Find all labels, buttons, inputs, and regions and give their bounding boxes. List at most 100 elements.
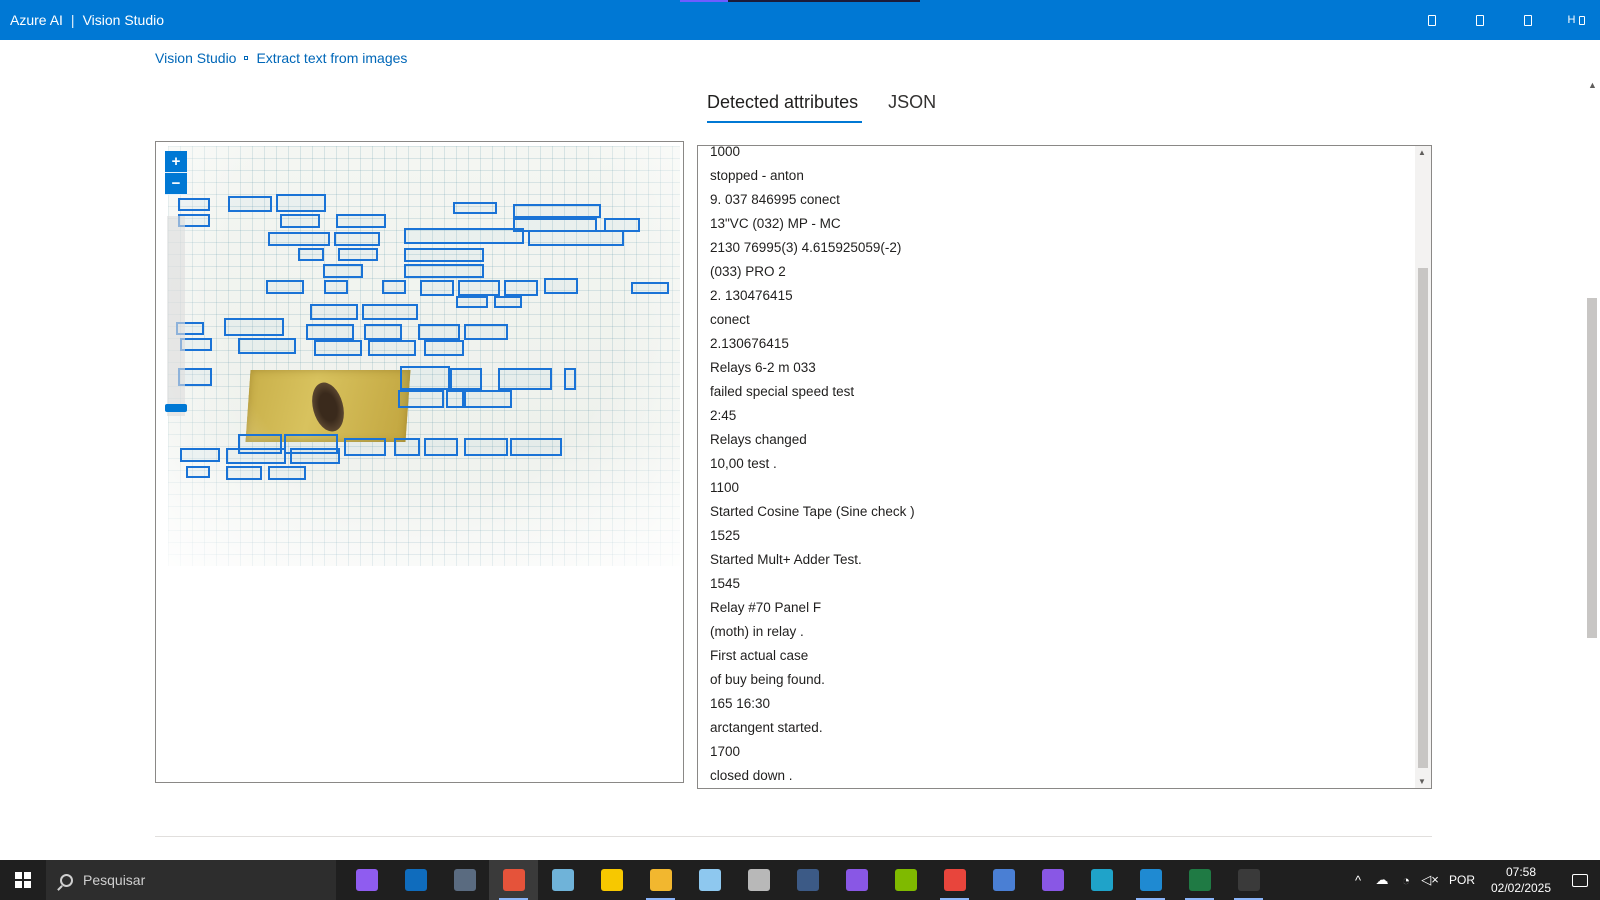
ocr-bounding-box[interactable] — [334, 232, 380, 246]
taskbar-app-excel-tool[interactable] — [881, 860, 930, 900]
detected-text-line[interactable]: First actual case — [710, 644, 1411, 668]
ocr-bounding-box[interactable] — [314, 340, 362, 356]
taskbar-app-visual-studio-2[interactable] — [1028, 860, 1077, 900]
taskbar-app-3d-viewer[interactable] — [685, 860, 734, 900]
detected-text-line[interactable]: 165 16:30 — [710, 692, 1411, 716]
detected-text-line[interactable]: stopped - anton — [710, 164, 1411, 188]
detected-text-line[interactable]: 1700 — [710, 740, 1411, 764]
results-scrollbar-thumb[interactable] — [1418, 268, 1428, 768]
detected-text-line[interactable]: 2:45 — [710, 404, 1411, 428]
detected-text-line[interactable]: 1000 — [710, 146, 1411, 164]
tab-json[interactable]: JSON — [888, 92, 936, 123]
ocr-bounding-box[interactable] — [362, 304, 418, 320]
ocr-bounding-box[interactable] — [494, 296, 522, 308]
taskbar-app-calculator[interactable] — [440, 860, 489, 900]
ocr-bounding-box[interactable] — [298, 248, 324, 261]
ocr-bounding-box[interactable] — [564, 368, 576, 390]
taskbar-app-vscode[interactable] — [1126, 860, 1175, 900]
ocr-bounding-box[interactable] — [400, 366, 450, 390]
taskbar-app-file-explorer[interactable] — [636, 860, 685, 900]
wifi-icon[interactable]: ◔ — [1394, 860, 1418, 900]
taskbar-app-terminal[interactable] — [1224, 860, 1273, 900]
detected-text-line[interactable]: Relays changed — [710, 428, 1411, 452]
taskbar-app-snipping-tool[interactable] — [489, 860, 538, 900]
page-scrollbar-thumb[interactable] — [1587, 298, 1597, 638]
ocr-bounding-box[interactable] — [306, 324, 354, 340]
window-icon[interactable] — [1504, 0, 1552, 40]
zoom-in-button[interactable]: + — [165, 151, 187, 173]
ocr-bounding-box[interactable] — [338, 248, 378, 261]
ocr-bounding-box[interactable] — [398, 390, 444, 408]
zoom-slider-track[interactable] — [167, 216, 185, 416]
window-icon[interactable] — [1456, 0, 1504, 40]
ocr-bounding-box[interactable] — [228, 196, 272, 212]
ocr-bounding-box[interactable] — [450, 368, 482, 390]
image-preview-panel[interactable]: + − — [155, 141, 684, 783]
detected-text-panel[interactable]: 1000 stopped - anton 9. 037 846995 conect 1… — [697, 145, 1432, 789]
breadcrumb-current-link[interactable]: Extract text from images — [256, 50, 407, 66]
ocr-bounding-box[interactable] — [446, 390, 464, 408]
ocr-bounding-box[interactable] — [404, 228, 524, 244]
ocr-bounding-box[interactable] — [290, 448, 340, 464]
brand[interactable]: Azure AI | Vision Studio — [10, 12, 164, 28]
detected-text-line[interactable]: 13"VC (032) MP - MC — [710, 212, 1411, 236]
ocr-bounding-box[interactable] — [280, 214, 320, 228]
taskbar-app-outlook[interactable] — [391, 860, 440, 900]
ocr-bounding-box[interactable] — [418, 324, 460, 340]
chevron-up-icon[interactable]: ^ — [1346, 860, 1370, 900]
taskbar-app-sticky-notes[interactable] — [587, 860, 636, 900]
ocr-bounding-box[interactable] — [424, 438, 458, 456]
taskbar-app-database[interactable] — [734, 860, 783, 900]
results-scrollbar[interactable]: ▲ ▼ — [1415, 146, 1431, 788]
ocr-bounding-box[interactable] — [631, 282, 669, 294]
ocr-bounding-box[interactable] — [394, 438, 420, 456]
detected-text-line[interactable]: 2130 76995(3) 4.615925059(-2) — [710, 236, 1411, 260]
tab-detected-attributes[interactable]: Detected attributes — [707, 92, 863, 123]
ocr-bounding-box[interactable] — [276, 194, 326, 212]
ocr-bounding-box[interactable] — [456, 296, 488, 308]
detected-text-line[interactable]: failed special speed test — [710, 380, 1411, 404]
notifications-button[interactable] — [1560, 860, 1600, 900]
ocr-bounding-box[interactable] — [186, 466, 210, 478]
ocr-bounding-box[interactable] — [498, 368, 552, 390]
ocr-bounding-box[interactable] — [224, 318, 284, 336]
ocr-bounding-box[interactable] — [324, 280, 348, 294]
page-scrollbar[interactable]: ▲ — [1584, 80, 1600, 860]
detected-text-line[interactable]: 10,00 test . — [710, 452, 1411, 476]
ocr-bounding-box[interactable] — [336, 214, 386, 228]
ocr-bounding-box[interactable] — [226, 448, 286, 464]
ocr-bounding-box[interactable] — [510, 438, 562, 456]
ocr-bounding-box[interactable] — [464, 438, 508, 456]
taskbar-app-chrome[interactable] — [930, 860, 979, 900]
detected-text-line[interactable]: Started Cosine Tape (Sine check ) — [710, 500, 1411, 524]
detected-text-line[interactable]: closed down . — [710, 764, 1411, 788]
taskbar-search-box[interactable]: Pesquisar — [46, 860, 336, 900]
detected-text-line[interactable]: conect — [710, 308, 1411, 332]
scroll-up-arrow-icon[interactable]: ▲ — [1418, 148, 1426, 157]
ocr-bounding-box[interactable] — [310, 304, 358, 320]
window-icon[interactable] — [1408, 0, 1456, 40]
taskbar-app-notepad[interactable] — [538, 860, 587, 900]
ocr-bounding-box[interactable] — [528, 230, 624, 246]
detected-text-line[interactable]: Started Mult+ Adder Test. — [710, 548, 1411, 572]
ocr-bounding-box[interactable] — [238, 338, 296, 354]
ocr-bounding-box[interactable] — [464, 324, 508, 340]
ocr-bounding-box[interactable] — [513, 204, 601, 218]
detected-text-line[interactable]: 2.130676415 — [710, 332, 1411, 356]
detected-text-line[interactable]: (033) PRO 2 — [710, 260, 1411, 284]
taskbar-app-sql-server[interactable] — [783, 860, 832, 900]
ocr-bounding-box[interactable] — [453, 202, 497, 214]
detected-text-line[interactable]: 2. 130476415 — [710, 284, 1411, 308]
zoom-out-button[interactable]: − — [165, 173, 187, 195]
detected-text-line[interactable]: 1100 — [710, 476, 1411, 500]
detected-text-line[interactable]: Relays 6-2 m 033 — [710, 356, 1411, 380]
ocr-bounding-box[interactable] — [226, 466, 262, 480]
taskbar-app-copilot[interactable] — [342, 860, 391, 900]
taskbar-app-visual-studio[interactable] — [832, 860, 881, 900]
zoom-slider-thumb[interactable] — [165, 404, 187, 412]
ocr-bounding-box[interactable] — [344, 438, 386, 456]
ocr-bounding-box[interactable] — [178, 198, 210, 211]
breadcrumb-home-link[interactable]: Vision Studio — [155, 50, 236, 66]
ocr-bounding-box[interactable] — [404, 264, 484, 278]
ocr-bounding-box[interactable] — [368, 340, 416, 356]
